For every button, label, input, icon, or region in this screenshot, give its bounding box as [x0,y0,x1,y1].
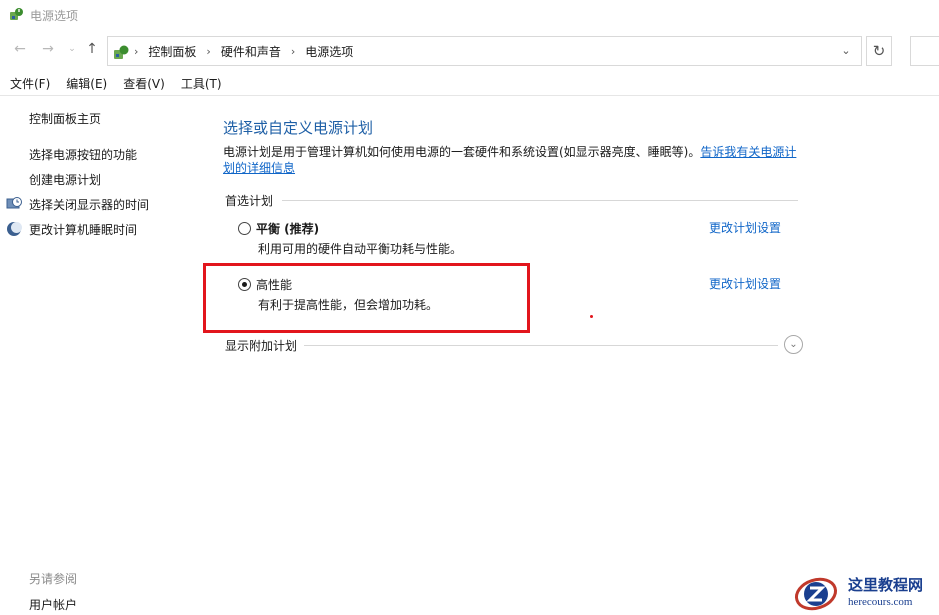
menu-tools[interactable]: 工具(T) [181,75,222,92]
chevron-down-icon[interactable]: ⌄ [784,335,803,354]
back-arrow-icon[interactable]: ← [12,41,28,57]
page-description: 电源计划是用于管理计算机如何使用电源的一套硬件和系统设置(如显示器亮度、睡眠等)… [223,144,803,176]
menu-file[interactable]: 文件(F) [10,75,50,92]
refresh-button[interactable]: ↻ [866,36,892,66]
menu-edit[interactable]: 编辑(E) [66,75,107,92]
sidebar-item-create-plan[interactable]: 创建电源计划 [29,171,101,188]
annotation-dot [590,315,593,318]
breadcrumb-power-options[interactable]: 电源选项 [305,43,353,60]
change-plan-settings-balanced[interactable]: 更改计划设置 [709,219,781,236]
address-dropdown-icon[interactable]: ⌄ [839,44,853,58]
up-arrow-icon[interactable]: ↑ [84,41,100,57]
chevron-right-icon[interactable]: › [291,45,295,58]
see-also-heading: 另请参阅 [29,572,78,586]
additional-plans-divider [304,345,778,346]
sleep-moon-icon [7,222,22,236]
menu-bar: 文件(F) 编辑(E) 查看(V) 工具(T) [0,72,939,96]
preferred-plans-label: 首选计划 [225,194,274,208]
watermark-logo-icon [794,577,838,611]
plan-balanced-description: 利用可用的硬件自动平衡功耗与性能。 [258,242,463,256]
page-title: 选择或自定义电源计划 [223,119,374,137]
breadcrumb: › 控制面板 › 硬件和声音 › 电源选项 [134,43,353,60]
power-options-icon [10,8,23,20]
navigation-bar: ← → ⌄ ↑ › 控制面板 › 硬件和声音 › 电源选项 ⌄ ↻ [0,34,939,66]
window-title: 电源选项 [30,9,79,23]
forward-arrow-icon[interactable]: → [40,41,56,57]
breadcrumb-hardware-sound[interactable]: 硬件和声音 [221,43,281,60]
chevron-down-icon[interactable]: ⌄ [64,41,80,57]
refresh-icon: ↻ [872,42,886,60]
group-divider [282,200,798,201]
watermark-title: 这里教程网 [848,576,924,594]
user-accounts-link[interactable]: 用户帐户 [29,596,77,613]
watermark-url: herecours.com [848,596,913,608]
description-text: 电源计划是用于管理计算机如何使用电源的一套硬件和系统设置(如显示器亮度、睡眠等)… [223,145,701,159]
show-additional-plans-label[interactable]: 显示附加计划 [225,337,297,354]
display-timer-icon [6,197,22,209]
sidebar-item-power-buttons[interactable]: 选择电源按钮的功能 [29,146,137,163]
search-input[interactable] [910,36,939,66]
watermark: 这里教程网 herecours.com [790,572,939,615]
highlight-box [203,263,530,333]
sidebar-item-home[interactable]: 控制面板主页 [29,110,101,127]
plan-balanced-radio[interactable] [238,222,251,235]
sidebar-item-sleep-time[interactable]: 更改计算机睡眠时间 [29,221,137,238]
chevron-right-icon: › [134,45,139,58]
chevron-right-icon[interactable]: › [206,45,210,58]
breadcrumb-control-panel[interactable]: 控制面板 [148,43,196,60]
sidebar-item-display-off[interactable]: 选择关闭显示器的时间 [29,196,149,213]
change-plan-settings-high-performance[interactable]: 更改计划设置 [709,275,781,292]
title-bar: 电源选项 [0,0,939,30]
address-bar[interactable]: › 控制面板 › 硬件和声音 › 电源选项 ⌄ [107,36,862,66]
plan-balanced-name[interactable]: 平衡 (推荐) [256,220,319,237]
menu-view[interactable]: 查看(V) [123,75,165,92]
control-panel-icon [114,45,129,59]
